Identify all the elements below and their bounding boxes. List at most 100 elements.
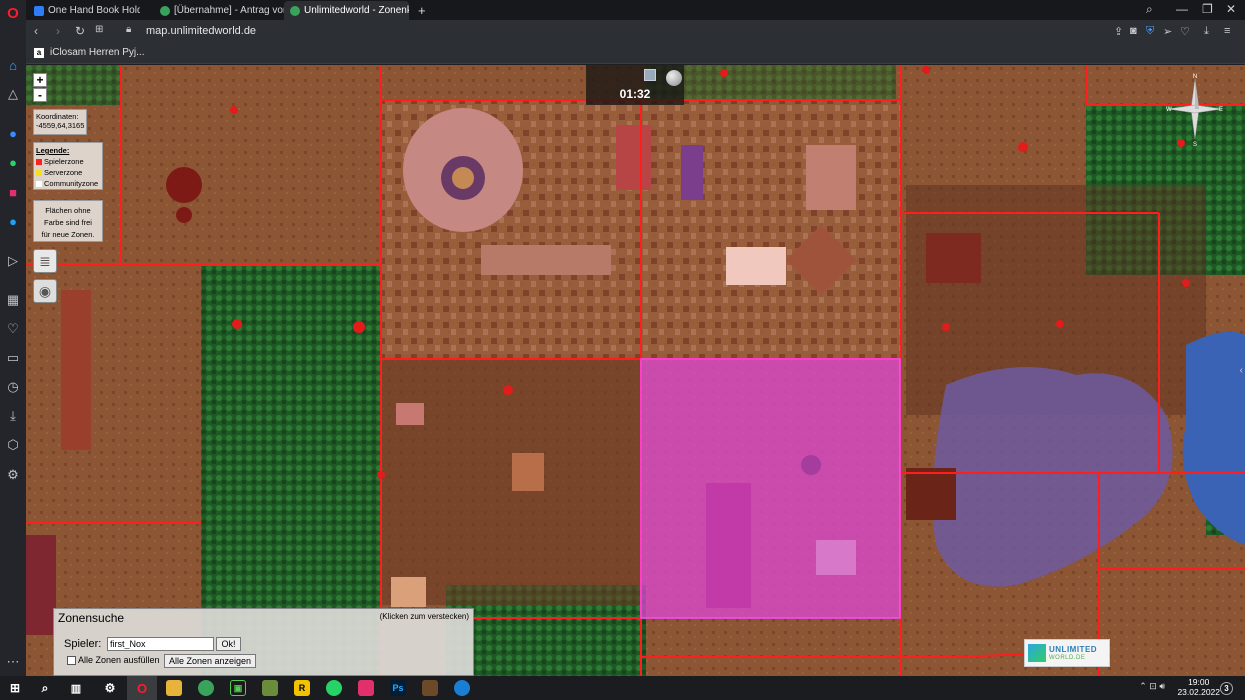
- search-taskbar-icon[interactable]: ⌕: [37, 680, 53, 696]
- settings-gear-icon[interactable]: ⚙: [5, 467, 21, 483]
- opera-taskbar-icon[interactable]: O: [134, 680, 150, 696]
- cube-logo-icon: [1028, 644, 1046, 662]
- ok-button[interactable]: Ok!: [216, 637, 241, 651]
- moon-icon: [666, 70, 682, 86]
- windows-taskbar: ⊞ ⌕ ▥ ⚙ O ▣ R Ps ⌃ ⊡ 🔊︎ 19:00 23.02.2022…: [0, 676, 1245, 700]
- tab-label: Unlimitedworld - Zonenka: [304, 5, 409, 16]
- nvidia-icon[interactable]: ▣: [230, 680, 246, 696]
- coordinates-label: Koordinaten:: [36, 112, 79, 121]
- forward-icon[interactable]: ›: [56, 24, 60, 38]
- fill-zones-checkbox[interactable]: [67, 656, 76, 665]
- windows-start-icon[interactable]: ⊞: [7, 680, 23, 696]
- photoshop-icon[interactable]: Ps: [390, 680, 406, 696]
- show-all-zones-button[interactable]: Alle Zonen anzeigen: [164, 654, 257, 668]
- history-icon[interactable]: ◷: [5, 379, 21, 395]
- wallet-icon[interactable]: ▭: [5, 350, 21, 366]
- tab-label: One Hand Book Holder cr: [48, 5, 140, 16]
- notification-icon[interactable]: 3: [1220, 682, 1233, 695]
- maximize-icon[interactable]: ❐: [1202, 2, 1213, 16]
- tab-favicon-icon: [160, 5, 170, 16]
- rockstar-icon[interactable]: R: [294, 680, 310, 696]
- address-bar: ‹ › ↻ ⊞ 🔒︎ map.unlimitedworld.de ⇪ ◙ ⛨ ➢…: [26, 20, 1245, 44]
- bookmark-label: iClosam Herren Pyj...: [50, 47, 145, 58]
- minimize-icon[interactable]: —: [1176, 2, 1188, 16]
- send-icon[interactable]: ➢: [1163, 25, 1172, 38]
- legend-label: Serverzone: [44, 168, 83, 177]
- free-zones-note: Flächen ohne Farbe sind frei für neue Zo…: [33, 200, 103, 242]
- instagram-taskbar-icon[interactable]: [358, 680, 374, 696]
- compass-rose-icon: N S W E: [1166, 74, 1223, 147]
- tab-antrag[interactable]: [Übernahme] - Antrag von: [154, 1, 284, 20]
- edge-taskbar-icon[interactable]: [198, 680, 214, 696]
- zone-search-panel[interactable]: Zonensuche (Klicken zum verstecken) Spie…: [53, 608, 474, 676]
- twitter-icon[interactable]: ●: [5, 213, 21, 229]
- legend-swatch-icon: [36, 170, 42, 177]
- legend-swatch-icon: [36, 159, 42, 166]
- search-icon[interactable]: ⌕: [1146, 2, 1153, 17]
- coordinates-panel: Koordinaten: -4559,64,3165: [33, 109, 87, 135]
- url-field[interactable]: map.unlimitedworld.de: [146, 25, 256, 37]
- tab-label: [Übernahme] - Antrag von: [174, 5, 284, 16]
- zoom-out-button[interactable]: -: [33, 88, 47, 102]
- zoom-in-button[interactable]: +: [33, 73, 47, 87]
- file-explorer-icon[interactable]: [166, 680, 182, 696]
- home-icon[interactable]: ⌂: [5, 57, 21, 73]
- tray-clock[interactable]: 19:00 23.02.2022: [1177, 677, 1220, 697]
- amazon-icon: a: [34, 47, 44, 58]
- edge-icon[interactable]: [454, 680, 470, 696]
- lock-icon: 🔒︎: [126, 24, 132, 35]
- tab-favicon-icon: [34, 5, 44, 16]
- zone-search-title: Zonensuche: [58, 611, 125, 625]
- minecraft-icon[interactable]: [262, 680, 278, 696]
- reload-icon[interactable]: ↻: [75, 24, 85, 38]
- settings-taskbar-icon[interactable]: ⚙: [102, 680, 118, 696]
- opera-logo-icon[interactable]: O: [5, 5, 21, 22]
- perspective-icon[interactable]: ◉: [33, 279, 57, 303]
- aria-icon[interactable]: △: [5, 86, 21, 102]
- new-tab-button[interactable]: +: [412, 1, 432, 20]
- bookmark-item[interactable]: a iClosam Herren Pyj...: [34, 47, 144, 58]
- weather-icon: [644, 69, 656, 81]
- logo-line-1: UNLIMITED: [1049, 645, 1098, 654]
- share-icon[interactable]: ⇪: [1114, 25, 1123, 38]
- tab-unlimitedworld[interactable]: Unlimitedworld - Zonenka ✕: [284, 1, 409, 20]
- messenger-icon[interactable]: ●: [5, 125, 21, 141]
- chevron-left-icon[interactable]: ‹: [1240, 365, 1243, 376]
- whatsapp-icon[interactable]: ●: [5, 154, 21, 170]
- heart-bookmark-icon[interactable]: ♡: [1180, 25, 1190, 38]
- zone-search-hide-link[interactable]: (Klicken zum verstecken): [380, 612, 469, 621]
- downloads-icon[interactable]: ⤓: [5, 408, 21, 424]
- player-input[interactable]: [107, 637, 214, 651]
- legend-item: Serverzone: [36, 167, 100, 178]
- shield-icon[interactable]: ⛨: [1146, 25, 1154, 38]
- compass-w: W: [1166, 107, 1172, 113]
- camera-icon[interactable]: ◙: [1130, 25, 1137, 37]
- zone-map[interactable]: + - Koordinaten: -4559,64,3165 Legende: …: [26, 65, 1245, 676]
- menu-icon[interactable]: ≡: [1224, 25, 1230, 37]
- whatsapp-taskbar-icon[interactable]: [326, 680, 342, 696]
- tray-icons[interactable]: ⌃ ⊡ 🔊︎: [1139, 681, 1165, 692]
- instagram-icon[interactable]: ■: [5, 184, 21, 200]
- tab-strip: One Hand Book Holder cr [Übernahme] - An…: [26, 0, 1245, 20]
- workspaces-icon[interactable]: ▦: [5, 292, 21, 308]
- logo-line-2: WORLD.DE: [1049, 655, 1086, 661]
- speed-dial-icon[interactable]: ⊞: [95, 24, 103, 35]
- clock-time: 01:32: [619, 87, 651, 101]
- legend-swatch-icon: [36, 181, 42, 188]
- task-view-icon[interactable]: ▥: [68, 680, 84, 696]
- player-icon[interactable]: ▷: [5, 253, 21, 269]
- close-window-icon[interactable]: ✕: [1226, 2, 1236, 16]
- download-icon[interactable]: ⤓: [1204, 25, 1209, 38]
- heart-icon[interactable]: ♡: [5, 321, 21, 337]
- bookmarks-bar: a iClosam Herren Pyj...: [26, 44, 1245, 64]
- compass-n: N: [1193, 74, 1197, 80]
- player-label: Spieler:: [64, 638, 102, 650]
- extensions-icon[interactable]: ⬡: [5, 437, 21, 453]
- tab-book-holder[interactable]: One Hand Book Holder cr: [28, 1, 140, 20]
- more-icon[interactable]: ⋯: [5, 654, 21, 670]
- minecraft-launcher-icon[interactable]: [422, 680, 438, 696]
- tab-favicon-icon: [290, 5, 300, 16]
- layers-icon[interactable]: ≣: [33, 249, 57, 273]
- back-icon[interactable]: ‹: [34, 24, 38, 38]
- coordinates-value: -4559,64,3165: [36, 121, 85, 130]
